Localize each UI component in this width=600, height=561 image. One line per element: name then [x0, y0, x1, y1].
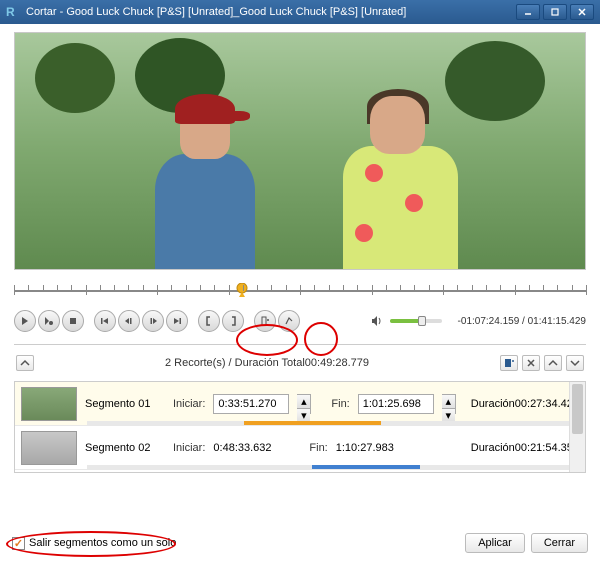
maximize-button[interactable]: [543, 4, 567, 20]
start-input[interactable]: [213, 394, 289, 414]
volume-thumb[interactable]: [418, 316, 426, 326]
segment-name: Segmento 01: [85, 398, 165, 410]
time-display: -01:07:24.159 / 01:41:15.429: [458, 316, 586, 327]
timeline[interactable]: [14, 282, 586, 300]
scrollbar[interactable]: [569, 382, 585, 472]
end-value: 1:10:27.983: [336, 442, 412, 454]
set-end-button[interactable]: [222, 310, 244, 332]
play-button[interactable]: [14, 310, 36, 332]
video-preview: [14, 32, 586, 270]
step-back-button[interactable]: [118, 310, 140, 332]
volume-icon[interactable]: [370, 314, 384, 328]
output-single-checkbox[interactable]: [12, 537, 25, 550]
minimize-button[interactable]: [516, 4, 540, 20]
reset-button[interactable]: [278, 310, 300, 332]
titlebar: R Cortar - Good Luck Chuck [P&S] [Unrate…: [0, 0, 600, 24]
close-button[interactable]: [570, 4, 594, 20]
end-input[interactable]: [358, 394, 434, 414]
segment-range-bar: [87, 465, 577, 469]
scroll-thumb[interactable]: [572, 384, 583, 434]
apply-button[interactable]: Aplicar: [465, 533, 525, 553]
segment-name: Segmento 02: [85, 442, 165, 454]
move-up-button[interactable]: [544, 355, 562, 371]
app-logo: R: [6, 5, 20, 19]
segment-summary-row: 2 Recorte(s) / Duración Total00:49:28.77…: [14, 351, 586, 375]
move-down-button[interactable]: [566, 355, 584, 371]
segment-range-bar: [87, 421, 577, 425]
next-segment-button[interactable]: [166, 310, 188, 332]
output-single-label: Salir segmentos como un solo: [29, 537, 176, 549]
end-label: Fin:: [331, 398, 349, 410]
volume-slider[interactable]: [390, 319, 442, 323]
playback-controls: -01:07:24.159 / 01:41:15.429: [14, 310, 586, 332]
add-segment-button[interactable]: [254, 310, 276, 332]
collapse-toggle[interactable]: [16, 355, 34, 371]
duration-text: Duración00:27:34.428: [471, 398, 579, 410]
step-forward-button[interactable]: [142, 310, 164, 332]
segment-thumbnail: [21, 387, 77, 421]
start-value: 0:48:33.632: [213, 442, 289, 454]
segment-thumbnail: [21, 431, 77, 465]
play-segment-button[interactable]: [38, 310, 60, 332]
start-label: Iniciar:: [173, 398, 205, 410]
duration-text: Duración00:21:54.351: [471, 442, 579, 454]
prev-segment-button[interactable]: [94, 310, 116, 332]
start-spinner[interactable]: ▴▾: [297, 394, 311, 414]
end-label: Fin:: [309, 442, 327, 454]
close-button-footer[interactable]: Cerrar: [531, 533, 588, 553]
segment-row[interactable]: Segmento 01 Iniciar: ▴▾ Fin: ▴▾ Duración00:27…: [15, 382, 585, 426]
end-spinner[interactable]: ▴▾: [442, 394, 456, 414]
segment-row[interactable]: Segmento 02 Iniciar: 0:48:33.632 Fin: 1:10:2…: [15, 426, 585, 470]
summary-text: 2 Recorte(s) / Duración Total00:49:28.77…: [34, 357, 500, 369]
stop-button[interactable]: [62, 310, 84, 332]
new-segment-button[interactable]: [500, 355, 518, 371]
set-start-button[interactable]: [198, 310, 220, 332]
start-label: Iniciar:: [173, 442, 205, 454]
window-title: Cortar - Good Luck Chuck [P&S] [Unrated]…: [26, 6, 516, 18]
delete-segment-button[interactable]: [522, 355, 540, 371]
segment-list: Segmento 01 Iniciar: ▴▾ Fin: ▴▾ Duración00:27…: [14, 381, 586, 473]
